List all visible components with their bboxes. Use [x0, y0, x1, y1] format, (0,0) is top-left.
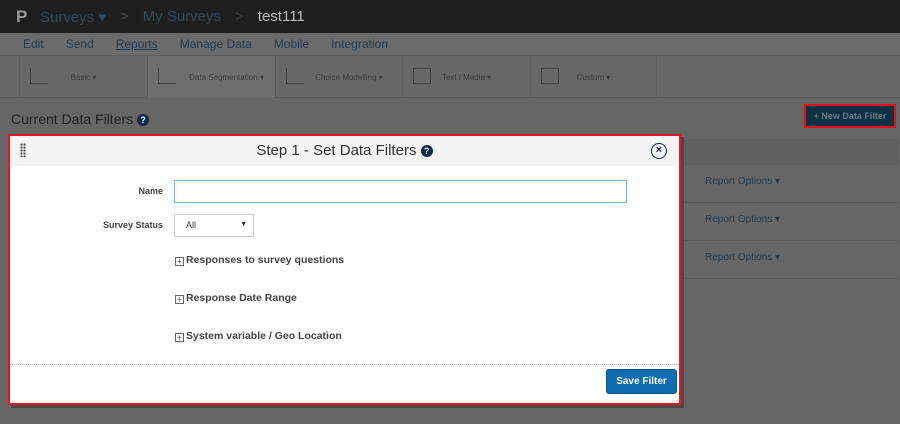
toolbar-data-segmentation[interactable]: Data Segmentation ▾ — [147, 56, 275, 98]
report-options-dropdown[interactable]: Report Options ▾ — [705, 252, 780, 263]
dialog-title: Step 1 - Set Data Filters — [256, 142, 417, 159]
section-label: Response Date Range — [186, 292, 297, 304]
report-options-dropdown[interactable]: Report Options ▾ — [705, 214, 780, 225]
survey-status-value: All — [186, 220, 197, 230]
toolbar-data-segmentation-label: Data Segmentation ▾ — [189, 72, 264, 82]
breadcrumb-surveys[interactable]: Surveys ▾ — [40, 8, 106, 26]
help-icon[interactable]: ? — [420, 145, 433, 158]
segment-chart-icon — [158, 68, 176, 84]
dialog-header: Step 1 - Set Data Filters ? × — [10, 136, 679, 166]
top-bar: P Surveys ▾ > My Surveys > test111 — [0, 0, 900, 33]
section-label: System variable / Geo Location — [186, 330, 342, 342]
toolbar-choice-modelling[interactable]: Choice Modelling ▾ — [275, 56, 402, 98]
nav-send[interactable]: Send — [66, 37, 94, 51]
toolbar-text-media-label: Text / Media ▾ — [441, 72, 492, 82]
report-options-dropdown[interactable]: Report Options ▾ — [705, 176, 780, 187]
new-data-filter-button[interactable]: + New Data Filter — [804, 104, 896, 128]
section-label: Responses to survey questions — [186, 254, 345, 266]
toolbar-basic-label: Basic ▾ — [70, 72, 97, 82]
survey-status-select[interactable]: All ▼ — [174, 214, 254, 237]
report-toolbar: Basic ▾ Data Segmentation ▾ Choice Model… — [0, 56, 900, 98]
expand-icon: + — [175, 295, 184, 304]
table-row: Report Options ▾ — [680, 203, 898, 241]
toolbar-choice-modelling-label: Choice Modelling ▾ — [315, 72, 383, 82]
footer-divider — [10, 364, 679, 365]
survey-status-label: Survey Status — [102, 220, 163, 230]
main-nav: Edit Send Reports Manage Data Mobile Int… — [0, 33, 900, 56]
expand-icon: + — [175, 333, 184, 342]
set-data-filters-dialog: Step 1 - Set Data Filters ? × Name Surve… — [8, 134, 681, 405]
nav-edit[interactable]: Edit — [23, 37, 44, 51]
close-icon[interactable]: × — [651, 143, 667, 159]
breadcrumb-my-surveys[interactable]: My Surveys — [143, 8, 221, 25]
toolbar-basic[interactable]: Basic ▾ — [19, 56, 147, 98]
nav-integration[interactable]: Integration — [331, 37, 388, 51]
table-row: Report Options ▾ — [680, 165, 898, 203]
chevron-down-icon: ▼ — [240, 221, 247, 228]
nav-reports[interactable]: Reports — [116, 37, 158, 51]
help-icon[interactable]: ? — [137, 114, 150, 127]
nav-manage-data[interactable]: Manage Data — [180, 37, 252, 51]
table-row: Report Options ▾ — [680, 241, 898, 279]
drag-handle-icon[interactable] — [20, 143, 26, 157]
expand-icon: + — [175, 257, 184, 266]
name-input[interactable] — [174, 180, 627, 203]
section-system-variable-toggle[interactable]: + System variable / Geo Location — [175, 330, 342, 342]
toolbar-custom-label: Custom ▾ — [576, 72, 611, 82]
toolbar-custom[interactable]: Custom ▾ — [530, 56, 657, 98]
save-filter-button[interactable]: Save Filter — [606, 369, 677, 394]
toolbar-text-media[interactable]: Text / Media ▾ — [402, 56, 530, 98]
app-logo: P — [16, 6, 28, 26]
page-title-text: Current Data Filters — [11, 111, 134, 127]
section-date-range-toggle[interactable]: + Response Date Range — [175, 292, 297, 304]
filter-table-header — [680, 139, 898, 165]
breadcrumb-separator: > — [235, 8, 244, 25]
breadcrumb-current: test111 — [257, 8, 305, 25]
nav-mobile[interactable]: Mobile — [274, 37, 309, 51]
section-responses-toggle[interactable]: + Responses to survey questions — [175, 254, 344, 266]
breadcrumb-separator: > — [119, 8, 129, 25]
page-title: Current Data Filters ? — [11, 111, 150, 127]
name-label: Name — [138, 186, 163, 196]
